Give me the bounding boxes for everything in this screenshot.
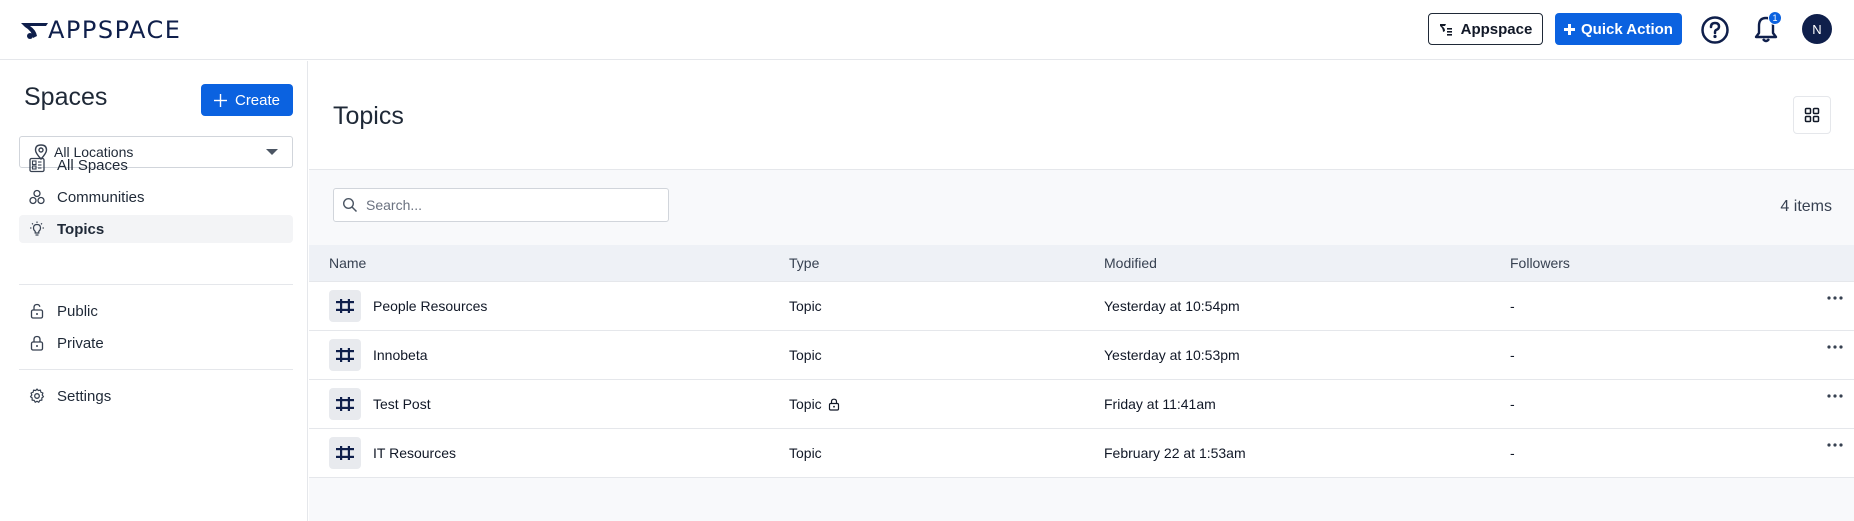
top-bar: APPSPACE Appspace Quick Action 1 N bbox=[0, 0, 1854, 60]
logo-text: APPSPACE bbox=[48, 16, 182, 44]
row-type-cell: Topic bbox=[789, 298, 822, 314]
gear-icon bbox=[29, 388, 45, 403]
quick-action-button[interactable]: Quick Action bbox=[1555, 13, 1682, 45]
row-name: Test Post bbox=[373, 396, 431, 412]
page-title: Topics bbox=[333, 102, 404, 130]
sidebar-item-label: All Spaces bbox=[57, 156, 128, 174]
sidebar-item-all-spaces[interactable]: All Spaces bbox=[19, 151, 293, 179]
column-header-modified[interactable]: Modified bbox=[1104, 255, 1157, 271]
topic-icon bbox=[329, 388, 361, 420]
sidebar-item-label: Private bbox=[57, 334, 104, 352]
row-type: Topic bbox=[789, 347, 822, 363]
main-content: Topics 4 items Name Type Modified Follow… bbox=[309, 61, 1854, 521]
appspace-button-label: Appspace bbox=[1460, 20, 1533, 38]
page-header: Topics bbox=[309, 61, 1854, 170]
row-modified: February 22 at 1:53am bbox=[1104, 445, 1246, 461]
row-name: IT Resources bbox=[373, 445, 456, 461]
lock-icon bbox=[30, 335, 44, 351]
row-type: Topic bbox=[789, 396, 822, 412]
sidebar-item-private[interactable]: Private bbox=[19, 329, 293, 357]
search-input[interactable] bbox=[366, 197, 666, 213]
row-followers: - bbox=[1510, 445, 1515, 461]
plus-icon bbox=[213, 93, 227, 107]
table-row[interactable]: People Resources Topic Yesterday at 10:5… bbox=[309, 282, 1854, 331]
create-button-label: Create bbox=[234, 91, 281, 109]
sidebar-title: Spaces bbox=[24, 83, 108, 111]
row-name-cell[interactable]: Test Post bbox=[329, 388, 431, 420]
sidebar-item-label: Communities bbox=[57, 188, 145, 206]
column-header-name[interactable]: Name bbox=[329, 255, 366, 271]
plus-icon bbox=[1564, 23, 1576, 35]
logo-mark-icon bbox=[21, 23, 48, 39]
more-options-icon[interactable] bbox=[1827, 443, 1843, 447]
appspace-button[interactable]: Appspace bbox=[1428, 13, 1543, 45]
topics-table: Name Type Modified Followers People Reso… bbox=[309, 245, 1854, 478]
more-options-icon[interactable] bbox=[1827, 296, 1843, 300]
sidebar-divider bbox=[19, 284, 293, 285]
lock-icon bbox=[828, 398, 839, 411]
item-count: 4 items bbox=[1780, 198, 1832, 215]
row-followers: - bbox=[1510, 347, 1515, 363]
unlock-icon bbox=[30, 303, 44, 319]
sidebar-item-settings[interactable]: Settings bbox=[19, 382, 293, 410]
sidebar-item-label: Public bbox=[57, 302, 98, 320]
more-options-icon[interactable] bbox=[1827, 394, 1843, 398]
table-header: Name Type Modified Followers bbox=[309, 245, 1854, 282]
row-modified: Friday at 11:41am bbox=[1104, 396, 1216, 412]
column-header-type[interactable]: Type bbox=[789, 255, 819, 271]
table-row[interactable]: Innobeta Topic Yesterday at 10:53pm - bbox=[309, 331, 1854, 380]
row-modified: Yesterday at 10:53pm bbox=[1104, 347, 1240, 363]
grid-view-icon bbox=[1804, 107, 1820, 123]
row-followers: - bbox=[1510, 396, 1515, 412]
grid-view-button[interactable] bbox=[1793, 96, 1831, 134]
table-row[interactable]: IT Resources Topic February 22 at 1:53am… bbox=[309, 429, 1854, 478]
notification-badge: 1 bbox=[1768, 11, 1782, 25]
sidebar-item-label: Topics bbox=[57, 220, 105, 238]
sidebar: Spaces Create All Locations All Spaces C… bbox=[0, 61, 308, 521]
row-name: Innobeta bbox=[373, 347, 428, 363]
row-type: Topic bbox=[789, 445, 822, 461]
user-avatar[interactable]: N bbox=[1802, 14, 1832, 44]
row-name: People Resources bbox=[373, 298, 488, 314]
row-type-cell: Topic bbox=[789, 396, 840, 412]
row-type-cell: Topic bbox=[789, 445, 822, 461]
search-icon bbox=[342, 197, 358, 213]
row-type: Topic bbox=[789, 298, 822, 314]
sidebar-divider bbox=[19, 369, 293, 370]
row-type-cell: Topic bbox=[789, 347, 822, 363]
lightbulb-icon bbox=[30, 221, 44, 236]
table-row[interactable]: Test Post Topic Friday at 11:41am - bbox=[309, 380, 1854, 429]
row-name-cell[interactable]: IT Resources bbox=[329, 437, 456, 469]
more-options-icon[interactable] bbox=[1827, 345, 1843, 349]
topic-icon bbox=[329, 437, 361, 469]
sidebar-item-label: Settings bbox=[57, 387, 112, 405]
row-modified: Yesterday at 10:54pm bbox=[1104, 298, 1240, 314]
column-header-followers[interactable]: Followers bbox=[1510, 255, 1570, 271]
row-name-cell[interactable]: Innobeta bbox=[329, 339, 428, 371]
sidebar-item-public[interactable]: Public bbox=[19, 297, 293, 325]
row-name-cell[interactable]: People Resources bbox=[329, 290, 487, 322]
create-button[interactable]: Create bbox=[201, 84, 293, 116]
appspace-switch-icon bbox=[1439, 24, 1452, 36]
all-spaces-icon bbox=[29, 157, 45, 173]
appspace-logo[interactable]: APPSPACE bbox=[20, 16, 181, 44]
topic-icon bbox=[329, 339, 361, 371]
quick-action-label: Quick Action bbox=[1581, 20, 1673, 38]
sidebar-item-communities[interactable]: Communities bbox=[19, 183, 293, 211]
help-icon[interactable] bbox=[1700, 15, 1730, 45]
search-box[interactable] bbox=[333, 188, 669, 222]
sidebar-item-topics[interactable]: Topics bbox=[19, 215, 293, 243]
row-followers: - bbox=[1510, 298, 1515, 314]
communities-icon bbox=[29, 189, 45, 205]
topic-icon bbox=[329, 290, 361, 322]
